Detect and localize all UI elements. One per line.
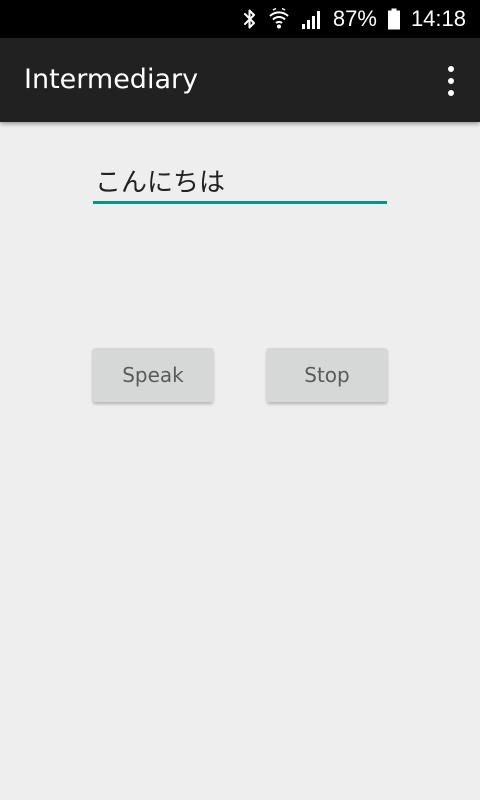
status-bar-icons: 87% 14:18 [243,0,466,38]
menu-dot [448,66,454,72]
status-bar: 87% 14:18 [0,0,480,38]
menu-dot [448,90,454,96]
battery-icon [387,8,401,30]
speak-button[interactable]: Speak [93,348,213,402]
clock: 14:18 [410,6,466,31]
menu-dot [448,78,454,84]
input-underline [93,201,387,204]
battery-percent: 87% [332,6,377,31]
app-bar: Intermediary [0,38,480,122]
app-screen: 87% 14:18 Intermediary Speak Stop [0,0,480,800]
app-title: Intermediary [24,64,199,95]
speech-text-input[interactable] [93,160,387,200]
bluetooth-icon [243,8,257,30]
signal-icon [301,8,323,30]
overflow-menu-icon[interactable] [440,66,462,96]
wifi-icon [267,7,291,31]
speech-text-field [93,160,387,204]
stop-button[interactable]: Stop [267,348,387,402]
